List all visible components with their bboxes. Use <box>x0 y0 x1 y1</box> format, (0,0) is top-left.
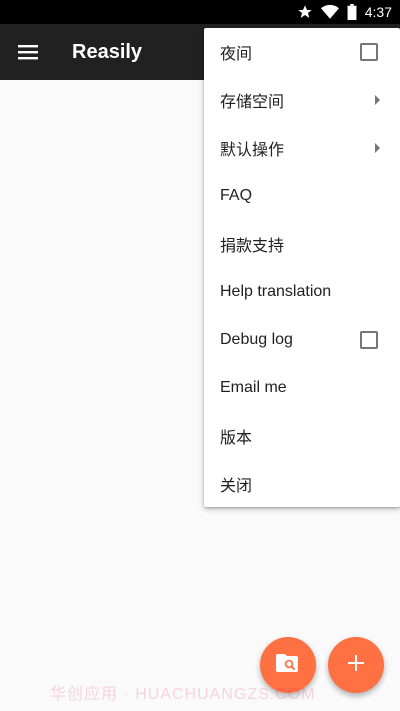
night-mode-checkbox[interactable] <box>360 43 378 61</box>
menu-item-label: 版本 <box>220 430 253 447</box>
app-title: Reasily <box>72 40 143 63</box>
menu-item-default-action[interactable]: 默认操作 <box>204 124 400 172</box>
wifi-icon <box>320 4 339 20</box>
watermark-text: 华创应用 · HUACHUANGZS.COM <box>50 686 316 703</box>
menu-item-night-mode[interactable]: 夜间 <box>204 28 400 76</box>
star-icon <box>297 4 313 20</box>
menu-item-email-me[interactable]: Email me <box>204 364 400 412</box>
menu-item-label: Debug log <box>220 331 293 348</box>
menu-item-label: FAQ <box>220 187 253 204</box>
debug-log-checkbox[interactable] <box>360 331 378 349</box>
submenu-arrow-icon <box>375 143 380 153</box>
menu-item-storage[interactable]: 存储空间 <box>204 76 400 124</box>
menu-item-label: 存储空间 <box>220 94 285 111</box>
plus-icon <box>348 654 364 676</box>
menu-item-close[interactable]: 关闭 <box>204 460 400 508</box>
status-bar: 4:37 <box>0 0 400 24</box>
hamburger-menu-icon[interactable] <box>0 24 56 80</box>
menu-item-label: 关闭 <box>220 478 253 495</box>
menu-item-label: 默认操作 <box>220 142 285 159</box>
app-screen: 4:37 Reasily 夜间 存储空间 默认操作 FAQ 捐款支持 Help … <box>0 0 400 711</box>
menu-item-label: Help translation <box>220 283 332 300</box>
menu-item-label: 捐款支持 <box>220 238 285 255</box>
submenu-arrow-icon <box>375 95 380 105</box>
battery-icon <box>347 4 357 20</box>
menu-item-faq[interactable]: FAQ <box>204 172 400 220</box>
menu-item-label: Email me <box>220 379 287 396</box>
menu-item-help-translation[interactable]: Help translation <box>204 268 400 316</box>
status-time: 4:37 <box>364 4 392 20</box>
menu-item-label: 夜间 <box>220 46 253 63</box>
menu-item-debug-log[interactable]: Debug log <box>204 316 400 364</box>
menu-item-version[interactable]: 版本 <box>204 412 400 460</box>
folder-search-icon <box>276 652 300 679</box>
overflow-menu: 夜间 存储空间 默认操作 FAQ 捐款支持 Help translation D… <box>204 28 400 507</box>
menu-item-donate[interactable]: 捐款支持 <box>204 220 400 268</box>
